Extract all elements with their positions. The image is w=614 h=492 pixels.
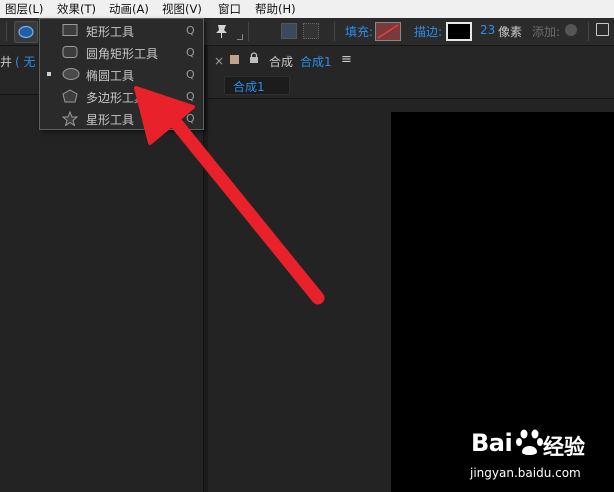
transparent-mode-button[interactable] xyxy=(303,23,319,39)
stroke-unit: 像素 xyxy=(498,25,523,39)
menu-item-ellipse-tool[interactable]: 椭圆工具 Q xyxy=(40,63,203,85)
shape-tool-menu: 矩形工具 Q 圆角矩形工具 Q 椭圆工具 Q 多边形工具 Q 星形工具 Q xyxy=(39,18,204,130)
menu-window[interactable]: 窗口 xyxy=(218,1,241,17)
menu-effect[interactable]: 效果(T) xyxy=(57,1,96,17)
watermark-brand-cn: 经验 xyxy=(543,435,585,459)
stroke-width-value[interactable]: 23 xyxy=(480,23,495,37)
composition-color-label-icon xyxy=(230,55,239,64)
composition-panel-header: × 合成 合成1 ≡ 合成1 xyxy=(208,46,614,99)
toolbar-separator xyxy=(6,22,7,41)
ellipse-icon xyxy=(62,67,80,84)
menu-item-shortcut: Q xyxy=(186,24,195,37)
fill-swatch-slash-icon xyxy=(377,24,399,39)
add-label[interactable]: 添加: xyxy=(532,23,560,40)
toolbar-separator xyxy=(588,22,589,41)
rounded-rectangle-icon xyxy=(62,45,78,62)
menu-item-rounded-rectangle-tool[interactable]: 圆角矩形工具 Q xyxy=(40,41,203,63)
menu-item-polygon-tool[interactable]: 多边形工具 Q xyxy=(40,85,203,107)
pin-icon xyxy=(216,25,227,38)
composition-tab[interactable]: 合成1 xyxy=(224,76,290,95)
menu-item-label: 圆角矩形工具 xyxy=(86,47,159,61)
paw-logo-icon xyxy=(515,426,545,461)
menu-item-shortcut: Q xyxy=(186,90,195,103)
menu-item-shortcut: Q xyxy=(186,46,195,59)
stroke-label[interactable]: 描边: xyxy=(414,23,442,40)
menu-item-label: 矩形工具 xyxy=(86,25,135,39)
baidu-jingyan-watermark: Bai 经验 jingyan.baidu.com xyxy=(470,423,614,492)
rectangle-icon xyxy=(62,23,78,40)
project-panel-label: 井 xyxy=(0,55,13,69)
watermark-brand: Bai xyxy=(471,429,513,457)
menu-bar: 图层(L) 效果(T) 动画(A) 视图(V) 窗口 帮助(H) xyxy=(0,0,614,18)
composition-title-prefix: 合成 xyxy=(269,55,294,69)
menu-animation[interactable]: 动画(A) xyxy=(109,1,149,17)
project-panel-value[interactable]: ( 无 xyxy=(15,53,36,70)
pin-submenu-indicator xyxy=(237,34,243,40)
menu-view[interactable]: 视图(V) xyxy=(162,1,202,17)
menu-help[interactable]: 帮助(H) xyxy=(255,1,296,17)
watermark-url: jingyan.baidu.com xyxy=(470,466,581,480)
star-icon xyxy=(61,110,79,129)
menu-item-rectangle-tool[interactable]: 矩形工具 Q xyxy=(40,19,203,41)
lock-icon[interactable] xyxy=(249,52,259,67)
ellipse-icon xyxy=(18,25,34,39)
pin-tool-button[interactable] xyxy=(213,22,231,43)
fill-mode-button[interactable] xyxy=(281,23,297,39)
menu-item-label: 多边形工具 xyxy=(86,91,147,105)
panel-menu-icon[interactable]: ≡ xyxy=(341,52,352,67)
stroke-color-swatch[interactable] xyxy=(446,22,472,41)
menu-item-label: 椭圆工具 xyxy=(86,69,135,83)
polygon-icon xyxy=(62,89,78,106)
fill-label[interactable]: 填充: xyxy=(345,23,373,40)
composition-tab-label: 合成1 xyxy=(233,80,265,94)
add-dropdown-icon[interactable] xyxy=(565,24,577,36)
fill-color-swatch[interactable] xyxy=(375,22,401,41)
selected-bullet-icon xyxy=(47,72,51,76)
toggle-panel-button[interactable] xyxy=(596,23,609,36)
menu-item-shortcut: Q xyxy=(186,112,195,125)
close-icon[interactable]: × xyxy=(214,54,224,68)
menu-item-label: 星形工具 xyxy=(86,113,135,127)
menu-layer[interactable]: 图层(L) xyxy=(5,1,43,17)
menu-item-shortcut: Q xyxy=(186,68,195,81)
ellipse-tool-button[interactable] xyxy=(14,21,38,43)
toolbar-separator xyxy=(248,22,249,41)
toolbar-separator xyxy=(334,22,335,41)
menu-item-star-tool[interactable]: 星形工具 Q xyxy=(40,107,203,129)
composition-title-name[interactable]: 合成1 xyxy=(300,53,332,70)
